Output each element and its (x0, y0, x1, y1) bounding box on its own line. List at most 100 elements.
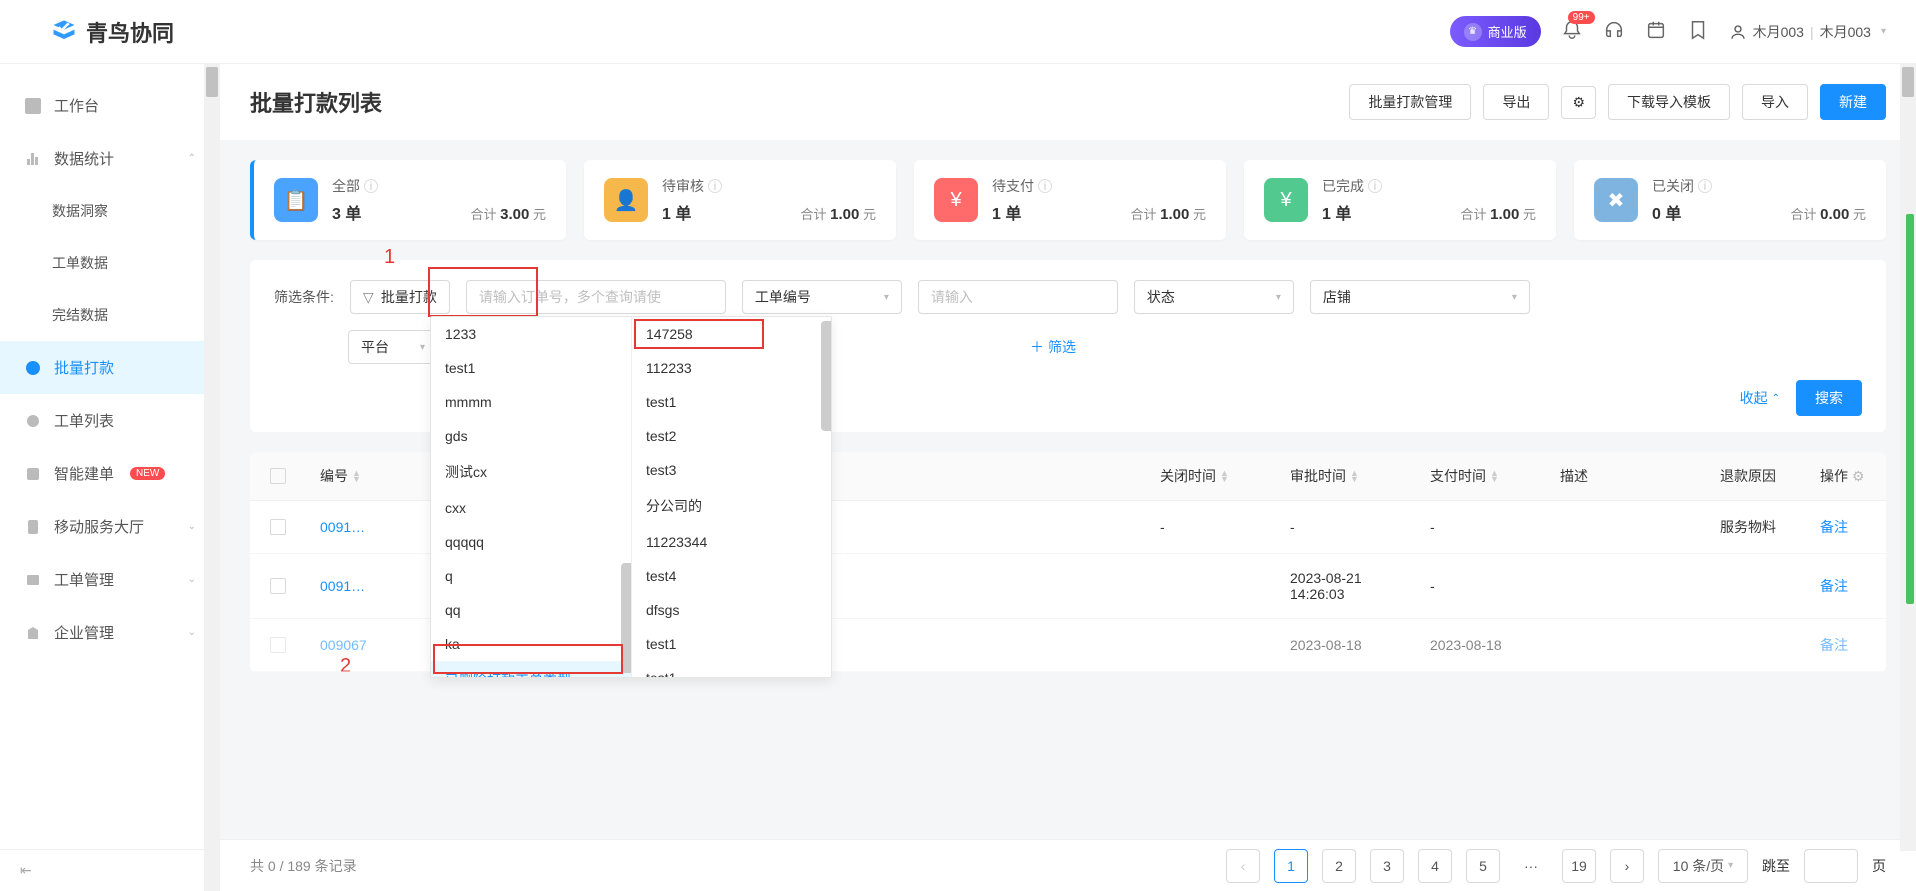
app-header: 青鸟协同 ♛ 商业版 99+ 木月003 | 木月003 ▾ (0, 0, 1916, 64)
shop-select[interactable]: 店铺▾ (1310, 280, 1530, 314)
dd1-opt-4[interactable]: 测试cx (431, 453, 631, 491)
dd2-opt-9[interactable]: test1 (632, 627, 831, 661)
col-pay[interactable]: 支付时间▲▼ (1416, 466, 1546, 486)
add-filter-button[interactable]: ＋筛选 (1030, 337, 1076, 357)
headset-icon[interactable] (1603, 19, 1625, 44)
dd2-opt-1[interactable]: 112233 (632, 351, 831, 385)
notification-icon[interactable]: 99+ (1561, 19, 1583, 44)
dd1-opt-5[interactable]: cxx (431, 491, 631, 525)
row-checkbox[interactable] (270, 578, 286, 594)
page-title: 批量打款列表 (250, 86, 382, 118)
sidebar-item-smart-ticket[interactable]: 智能建单NEW (0, 447, 220, 500)
sidebar-item-workbench[interactable]: 工作台 (0, 79, 220, 132)
dd2-opt-7[interactable]: test4 (632, 559, 831, 593)
business-edition-badge[interactable]: ♛ 商业版 (1450, 16, 1541, 47)
dd2-opt-6[interactable]: 11223344 (632, 525, 831, 559)
stat-card-all[interactable]: 📋 全部i 3 单合计 3.00 元 (250, 160, 566, 240)
page-size-select[interactable]: 10 条/页 ▾ (1658, 849, 1748, 883)
row-id-link[interactable]: 009067 (306, 637, 396, 653)
sidebar-item-finish-data[interactable]: 完结数据 (0, 289, 220, 341)
download-template-button[interactable]: 下载导入模板 (1608, 84, 1730, 120)
row-checkbox[interactable] (270, 637, 286, 653)
dd1-opt-9[interactable]: ka (431, 627, 631, 661)
sidebar-item-stats[interactable]: 数据统计⌃ (0, 132, 220, 185)
page-last[interactable]: 19 (1562, 849, 1596, 883)
sidebar-item-mobile-hall[interactable]: 移动服务大厅⌄ (0, 500, 220, 553)
stat-card-done[interactable]: ¥ 已完成i1 单合计 1.00 元 (1244, 160, 1556, 240)
export-button[interactable]: 导出 (1483, 84, 1549, 120)
page-ellipsis[interactable]: ··· (1514, 849, 1548, 883)
user-menu[interactable]: 木月003 | 木月003 ▾ (1729, 22, 1886, 42)
dd1-opt-2[interactable]: mmmm (431, 385, 631, 419)
status-select[interactable]: 状态▾ (1134, 280, 1294, 314)
manage-button[interactable]: 批量打款管理 (1349, 84, 1471, 120)
dd1-opt-3[interactable]: gds (431, 419, 631, 453)
stat-card-pending-pay[interactable]: ¥ 待支付i1 单合计 1.00 元 (914, 160, 1226, 240)
dd2-opt-4[interactable]: test3 (632, 453, 831, 487)
page-prev[interactable]: ‹ (1226, 849, 1260, 883)
logo-icon (50, 18, 78, 46)
plus-icon: ＋ (1030, 337, 1044, 357)
row-remark-link[interactable]: 备注 (1806, 635, 1886, 655)
search-button[interactable]: 搜索 (1796, 380, 1862, 416)
ticket-number-label[interactable]: 工单编号▾ (742, 280, 902, 314)
platform-select[interactable]: 平台▾ (348, 330, 438, 364)
dd2-opt-10[interactable]: test1 (632, 661, 831, 677)
row-remark-link[interactable]: 备注 (1806, 576, 1886, 596)
dd1-opt-6[interactable]: qqqqq (431, 525, 631, 559)
dd1-opt-10[interactable]: 已删除打款工单类型› (431, 661, 631, 677)
page-next[interactable]: › (1610, 849, 1644, 883)
pagination-bar: 共 0 / 189 条记录 ‹ 1 2 3 4 5 ··· 19 › 10 条/… (220, 839, 1916, 891)
dd1-opt-0[interactable]: 1233 (431, 317, 631, 351)
filter-type-select[interactable]: ▽批量打款 (350, 280, 450, 314)
dd2-opt-5[interactable]: 分公司的 (632, 487, 831, 525)
page-2[interactable]: 2 (1322, 849, 1356, 883)
dropdown-scrollbar-2[interactable] (821, 319, 829, 675)
dropdown-scrollbar[interactable] (621, 319, 629, 675)
stat-review-icon: 👤 (604, 178, 648, 222)
chevron-down-icon: ⌄ (188, 627, 196, 638)
page-1[interactable]: 1 (1274, 849, 1308, 883)
import-button[interactable]: 导入 (1742, 84, 1808, 120)
chevron-down-icon: ⌄ (188, 574, 196, 585)
row-id-link[interactable]: 0091… (306, 578, 396, 594)
sidebar-item-ticket-data[interactable]: 工单数据 (0, 237, 220, 289)
bookmark-icon[interactable] (1687, 19, 1709, 44)
dd2-opt-0[interactable]: 147258 (632, 317, 831, 351)
collapse-button[interactable]: 收起⌃ (1740, 388, 1780, 408)
dd2-opt-2[interactable]: test1 (632, 385, 831, 419)
main-scrollbar[interactable] (1900, 64, 1916, 851)
sidebar-item-insight[interactable]: 数据洞察 (0, 185, 220, 237)
select-all-checkbox[interactable] (270, 468, 286, 484)
stat-card-closed[interactable]: ✖ 已关闭i0 单合计 0.00 元 (1574, 160, 1886, 240)
sidebar-collapse-icon[interactable]: ⇤ (0, 849, 220, 891)
create-button[interactable]: 新建 (1820, 84, 1886, 120)
gear-icon[interactable]: ⚙ (1852, 468, 1865, 485)
col-approve[interactable]: 审批时间▲▼ (1276, 466, 1416, 486)
col-id[interactable]: 编号▲▼ (306, 466, 396, 486)
chevron-up-icon: ⌃ (188, 153, 196, 164)
dd1-opt-7[interactable]: q (431, 559, 631, 593)
sidebar-item-ticket-manage[interactable]: 工单管理⌄ (0, 553, 220, 606)
col-close[interactable]: 关闭时间▲▼ (1146, 466, 1276, 486)
row-id-link[interactable]: 0091… (306, 519, 396, 535)
row-checkbox[interactable] (270, 519, 286, 535)
page-4[interactable]: 4 (1418, 849, 1452, 883)
order-input[interactable]: 请输入订单号，多个查询请使 (466, 280, 726, 314)
dd2-opt-3[interactable]: test2 (632, 419, 831, 453)
dd2-opt-8[interactable]: dfsgs (632, 593, 831, 627)
page-3[interactable]: 3 (1370, 849, 1404, 883)
calendar-icon[interactable] (1645, 19, 1667, 44)
sidebar-item-ticket-list[interactable]: 工单列表 (0, 394, 220, 447)
dd1-opt-8[interactable]: qq (431, 593, 631, 627)
ticket-number-input[interactable]: 请输入 (918, 280, 1118, 314)
page-5[interactable]: 5 (1466, 849, 1500, 883)
stat-card-pending-review[interactable]: 👤 待审核i1 单合计 1.00 元 (584, 160, 896, 240)
dd1-opt-1[interactable]: test1 (431, 351, 631, 385)
sidebar-item-batch-pay[interactable]: 批量打款 (0, 341, 220, 394)
sidebar-scrollbar[interactable] (204, 64, 220, 891)
sidebar-item-enterprise[interactable]: 企业管理⌄ (0, 606, 220, 659)
jump-input[interactable] (1804, 849, 1858, 883)
row-remark-link[interactable]: 备注 (1806, 517, 1886, 537)
settings-button[interactable]: ⚙ (1561, 86, 1596, 119)
